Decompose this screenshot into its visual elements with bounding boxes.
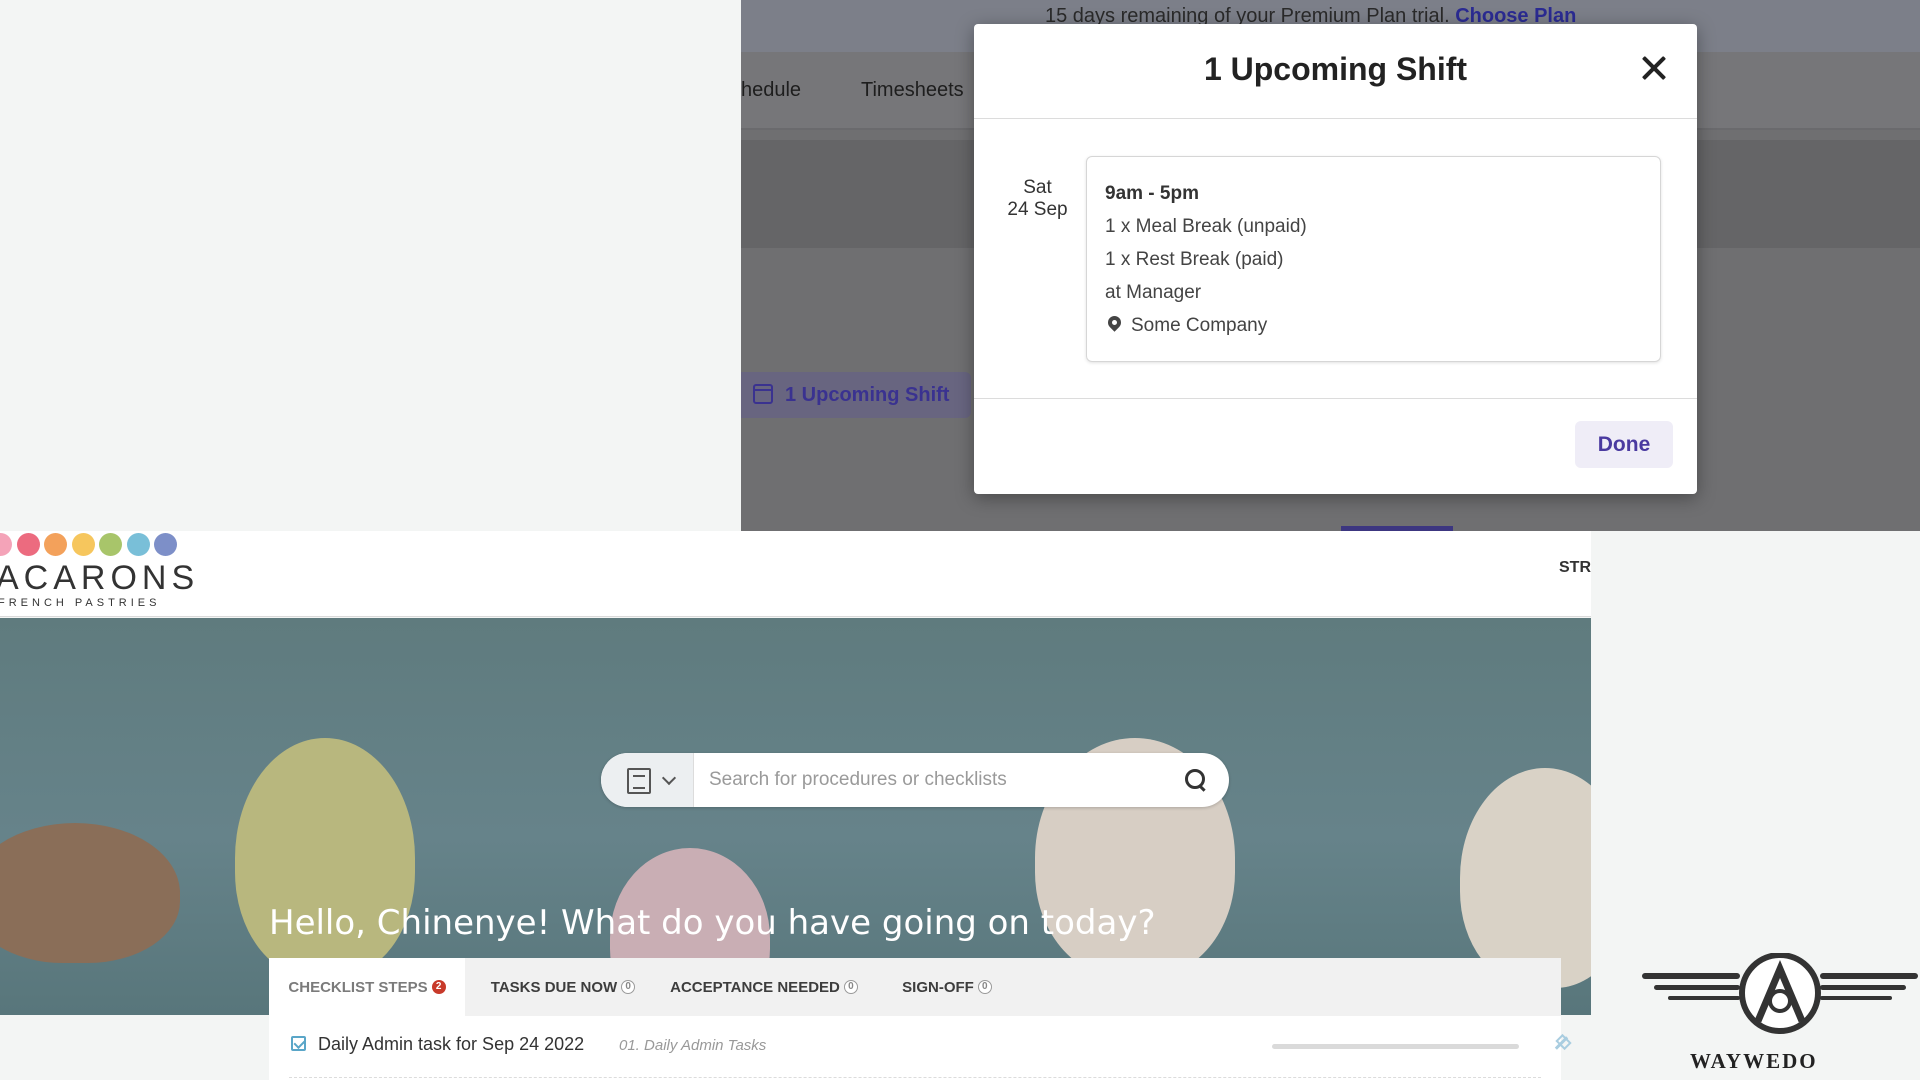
tab-checklist-steps[interactable]: CHECKLIST STEPS 2 <box>269 958 465 1016</box>
search-bar <box>601 753 1229 807</box>
search-type-dropdown[interactable] <box>601 753 694 807</box>
shift-date-value: 24 Sep <box>1007 199 1068 220</box>
shift-day: Sat <box>1023 177 1052 198</box>
logo-dot <box>99 533 122 556</box>
map-pin-icon <box>1105 313 1124 332</box>
modal-footer: Done <box>974 398 1697 494</box>
macaron-image <box>1460 768 1591 988</box>
upcoming-shift-label: 1 Upcoming Shift <box>785 384 950 406</box>
tab-acceptance-needed[interactable]: ACCEPTANCE NEEDED 0 <box>661 958 867 1016</box>
logo-dot <box>16 533 40 556</box>
calendar-icon <box>753 384 773 404</box>
brand-logo-subtext: FRENCH PASTRIES <box>0 597 161 609</box>
shift-time: 9am - 5pm <box>1105 183 1199 204</box>
shift-location-text: Some Company <box>1131 315 1268 336</box>
modal-title: 1 Upcoming Shift <box>1203 51 1468 87</box>
waywedo-logo-text: WAYWEDO <box>1690 1049 1818 1073</box>
tab-badge: 0 <box>977 980 992 994</box>
shift-card[interactable]: 9am - 5pm 1 x Meal Break (unpaid) 1 x Re… <box>1086 156 1661 362</box>
logo-dot <box>44 533 67 556</box>
logo-dot <box>154 533 177 556</box>
shift-meal-break: 1 x Meal Break (unpaid) <box>1105 216 1307 237</box>
tab-badge: 0 <box>621 980 636 994</box>
logo-dot <box>126 533 150 556</box>
shift-role: at Manager <box>1105 282 1202 303</box>
header-right-text[interactable]: STR <box>1559 559 1591 577</box>
pin-icon[interactable] <box>1553 1035 1569 1051</box>
nav-item-schedule[interactable]: hedule <box>741 79 801 102</box>
task-tabs: CHECKLIST STEPS 2 TASKS DUE NOW 0 ACCEPTAN… <box>269 958 1561 1016</box>
list-item[interactable]: Daily Admin task for Sep 24 2022 01. Dai… <box>289 1016 1541 1078</box>
tab-sign-off[interactable]: SIGN-OFF 0 <box>867 958 1027 1016</box>
logo-dot <box>71 533 95 556</box>
task-list: Daily Admin task for Sep 24 2022 01. Dai… <box>269 1016 1561 1080</box>
tab-badge: 0 <box>843 980 858 994</box>
task-title[interactable]: Daily Admin task for Sep 24 2022 <box>318 1034 584 1055</box>
modal-header: 1 Upcoming Shift <box>974 24 1697 119</box>
task-progress-bar <box>1272 1044 1519 1049</box>
brand-logo-text: ACARONS <box>0 559 200 597</box>
macaron-image <box>0 823 180 963</box>
search-input[interactable] <box>709 753 1159 807</box>
upcoming-shift-modal: 1 Upcoming Shift Sat 24 Sep 9am - 5pm 1 … <box>974 24 1697 494</box>
tab-tasks-due-now[interactable]: TASKS DUE NOW 0 <box>465 958 661 1016</box>
logo-dot <box>0 533 12 556</box>
task-category: 01. Daily Admin Tasks <box>619 1037 767 1054</box>
shift-location: Some Company <box>1105 309 1642 342</box>
document-icon <box>627 768 651 794</box>
done-button[interactable]: Done <box>1575 421 1673 468</box>
tab-badge: 2 <box>431 980 446 994</box>
app-header: ACARONS FRENCH PASTRIES STR <box>0 531 1591 617</box>
checklist-icon <box>291 1036 306 1051</box>
waywedo-logo: WAYWEDO <box>1640 953 1920 1073</box>
close-icon[interactable] <box>1641 55 1667 81</box>
upcoming-shift-button[interactable]: 1 Upcoming Shift <box>741 372 971 418</box>
chevron-down-icon <box>661 770 677 786</box>
winged-emblem-icon <box>1642 953 1918 1034</box>
shift-date: Sat 24 Sep <box>1004 177 1071 221</box>
shift-rest-break: 1 x Rest Break (paid) <box>1105 249 1284 270</box>
greeting-heading: Hello, Chinenye! What do you have going … <box>269 903 1156 943</box>
nav-item-timesheets[interactable]: Timesheets <box>861 79 964 102</box>
search-icon[interactable] <box>1185 769 1207 791</box>
hero-banner <box>0 618 1591 1015</box>
